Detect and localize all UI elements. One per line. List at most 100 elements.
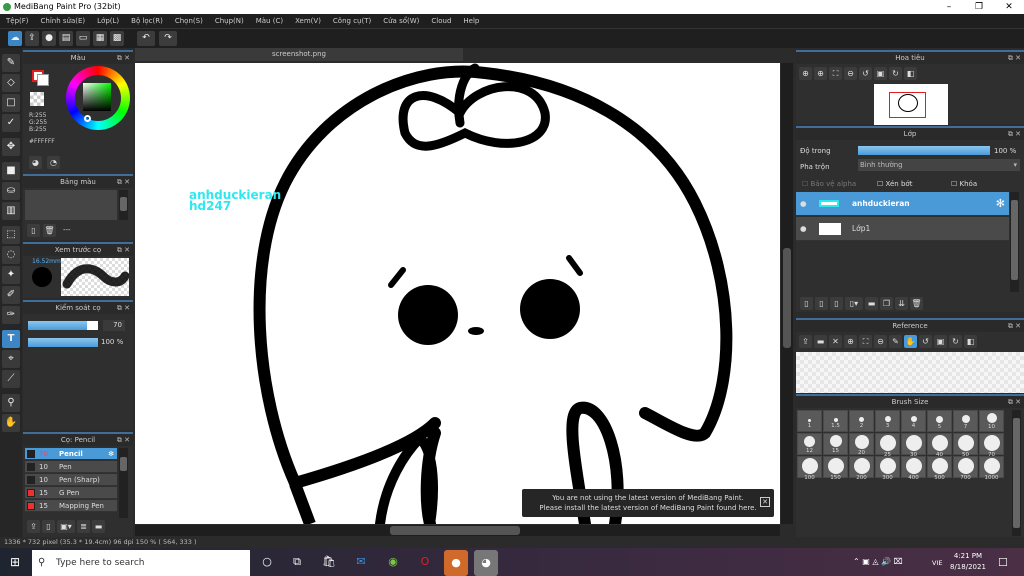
reference-close-icon[interactable]: ✕ bbox=[829, 335, 842, 348]
canvas-vertical-scrollbar[interactable] bbox=[781, 63, 793, 524]
layer-row[interactable]: ● anhduckieran ✻ bbox=[796, 192, 1009, 216]
menu-snap[interactable]: Chụp(N) bbox=[209, 14, 250, 28]
close-button[interactable]: ✕ bbox=[994, 0, 1024, 14]
menu-tools[interactable]: Công cụ(T) bbox=[327, 14, 377, 28]
zoom-in-icon[interactable]: ⊕ bbox=[844, 335, 857, 348]
panel-close-icon[interactable]: ⧉ ✕ bbox=[1008, 128, 1021, 140]
zoom-in-icon[interactable]: ⊕ bbox=[814, 67, 827, 80]
flip-icon[interactable]: ◧ bbox=[964, 335, 977, 348]
maximize-button[interactable]: ❐ bbox=[964, 0, 994, 14]
brush-size-cell[interactable]: 40 bbox=[927, 433, 952, 458]
brush-size-cell[interactable]: 70 bbox=[979, 433, 1004, 458]
reference-canvas[interactable] bbox=[796, 352, 1024, 393]
cloud-icon[interactable]: ☁ bbox=[8, 31, 22, 46]
secondary-color-swatch[interactable] bbox=[37, 74, 49, 86]
menu-file[interactable]: Tệp(F) bbox=[0, 14, 35, 28]
navigator-thumbnail[interactable] bbox=[874, 84, 948, 125]
fit-screen-icon[interactable]: ⛶ bbox=[859, 335, 872, 348]
clipping-checkbox[interactable]: ☐ Xén bớt bbox=[877, 180, 912, 188]
notification-close-icon[interactable]: ✕ bbox=[760, 497, 770, 507]
brush-size-cell[interactable]: 25 bbox=[875, 433, 900, 458]
reset-rotation-icon[interactable]: ▣ bbox=[934, 335, 947, 348]
visibility-icon[interactable]: ● bbox=[800, 192, 807, 216]
brush-size-cell[interactable]: 500 bbox=[927, 456, 952, 481]
brush-list-item[interactable]: 15 Mapping Pen bbox=[25, 500, 117, 512]
undo-button[interactable]: ↶ bbox=[137, 31, 155, 46]
palette-icon[interactable]: ◕ bbox=[29, 156, 42, 169]
document-tab[interactable]: screenshot.png bbox=[135, 48, 463, 61]
move-tool-icon[interactable]: ✥ bbox=[2, 138, 20, 156]
brush-size-cell[interactable]: 400 bbox=[901, 456, 926, 481]
check-tool-icon[interactable]: ✓ bbox=[2, 114, 20, 132]
brush-size-slider[interactable] bbox=[28, 321, 98, 330]
hue-wheel[interactable] bbox=[66, 66, 130, 130]
brush-size-value[interactable]: 70 bbox=[103, 320, 125, 331]
panel-close-icon[interactable]: ⧉ ✕ bbox=[117, 176, 130, 188]
brush-tool-icon[interactable]: ✎ bbox=[2, 54, 20, 72]
menu-select[interactable]: Chọn(S) bbox=[169, 14, 209, 28]
menu-view[interactable]: Xem(V) bbox=[289, 14, 327, 28]
opera-icon[interactable]: O bbox=[416, 553, 434, 571]
fill-rect-tool-icon[interactable]: ■ bbox=[2, 162, 20, 180]
drawing-canvas[interactable]: anhduckieran hd247 bbox=[135, 63, 780, 524]
minimize-button[interactable]: – bbox=[934, 0, 964, 14]
brush-cloud-icon[interactable]: ⇪ bbox=[27, 520, 40, 533]
select-pen-icon[interactable]: ✐ bbox=[2, 286, 20, 304]
brush-list-scrollbar[interactable] bbox=[119, 448, 128, 518]
share-icon[interactable]: ⇪ bbox=[25, 31, 39, 46]
select-tool-icon[interactable]: ⬚ bbox=[2, 226, 20, 244]
delete-layer-icon[interactable]: 🗑 bbox=[910, 297, 923, 310]
menu-cloud[interactable]: Cloud bbox=[425, 14, 457, 28]
visibility-icon[interactable]: ● bbox=[800, 217, 807, 241]
reference-cloud-icon[interactable]: ⇪ bbox=[799, 335, 812, 348]
layer-opacity-slider[interactable] bbox=[858, 146, 990, 155]
panel-close-icon[interactable]: ⧉ ✕ bbox=[117, 244, 130, 256]
duplicate-layer-icon[interactable]: ❐ bbox=[880, 297, 893, 310]
hue-handle[interactable] bbox=[84, 115, 91, 122]
brush-list-item[interactable]: 15 G Pen bbox=[25, 487, 117, 499]
reference-open-icon[interactable]: ▬ bbox=[814, 335, 827, 348]
menu-window[interactable]: Cửa sổ(W) bbox=[377, 14, 425, 28]
message-icon[interactable]: ▤ bbox=[59, 31, 73, 46]
brush-folder-icon[interactable]: ▬ bbox=[92, 520, 105, 533]
brush-size-cell[interactable]: 1 bbox=[797, 410, 822, 432]
brush-size-cell[interactable]: 10 bbox=[979, 410, 1004, 432]
firefox-icon[interactable]: ● bbox=[444, 550, 468, 576]
merge-layer-icon[interactable]: ⇊ bbox=[895, 297, 908, 310]
reset-rotation-icon[interactable]: ▣ bbox=[874, 67, 887, 80]
gear-icon[interactable]: ✻ bbox=[996, 192, 1005, 216]
hand-icon[interactable]: ✋ bbox=[904, 335, 917, 348]
browser-icon[interactable]: ◉ bbox=[384, 553, 402, 571]
new-layer-icon[interactable]: ▯ bbox=[800, 297, 813, 310]
brush-size-cell[interactable]: 300 bbox=[875, 456, 900, 481]
zoom-out-icon[interactable]: ⊖ bbox=[874, 335, 887, 348]
bucket-tool-icon[interactable]: ⛀ bbox=[2, 182, 20, 200]
rotate-left-icon[interactable]: ↺ bbox=[919, 335, 932, 348]
add-layer-menu-icon[interactable]: ▯▾ bbox=[845, 297, 863, 310]
panel-close-icon[interactable]: ⧉ ✕ bbox=[117, 52, 130, 64]
select-eraser-icon[interactable]: ✑ bbox=[2, 306, 20, 324]
brush-size-cell[interactable]: 15 bbox=[823, 433, 848, 455]
new-halftone-layer-icon[interactable]: ▯ bbox=[815, 297, 828, 310]
comment-icon[interactable]: ● bbox=[42, 31, 56, 46]
brush-size-scrollbar[interactable] bbox=[1012, 410, 1021, 536]
new-brush-icon[interactable]: ▯ bbox=[42, 520, 55, 533]
brush-size-cell[interactable]: 3 bbox=[875, 410, 900, 432]
brush-list-item[interactable]: 10 Pen (Sharp) bbox=[25, 474, 117, 486]
grid-icon[interactable]: ▩ bbox=[110, 31, 124, 46]
transparent-swatch[interactable] bbox=[30, 92, 44, 106]
menu-layer[interactable]: Lớp(L) bbox=[91, 14, 125, 28]
redo-button[interactable]: ↷ bbox=[159, 31, 177, 46]
menu-help[interactable]: Help bbox=[457, 14, 485, 28]
menu-edit[interactable]: Chỉnh sửa(E) bbox=[35, 14, 92, 28]
gradient-tool-icon[interactable]: ▥ bbox=[2, 202, 20, 220]
saturation-square[interactable] bbox=[83, 83, 111, 111]
layer-scrollbar[interactable] bbox=[1010, 192, 1019, 292]
new-palette-icon[interactable]: ▯ bbox=[27, 224, 40, 237]
canvas-horizontal-scrollbar[interactable] bbox=[135, 525, 780, 536]
magic-wand-icon[interactable]: ✦ bbox=[2, 266, 20, 284]
add-brush-menu-icon[interactable]: ▣▾ bbox=[57, 520, 75, 533]
task-view-icon[interactable]: ⧉ bbox=[288, 553, 306, 571]
brush-list-item[interactable]: 70 Pencil ✻ bbox=[25, 448, 117, 460]
brush-size-cell[interactable]: 100 bbox=[797, 456, 822, 481]
